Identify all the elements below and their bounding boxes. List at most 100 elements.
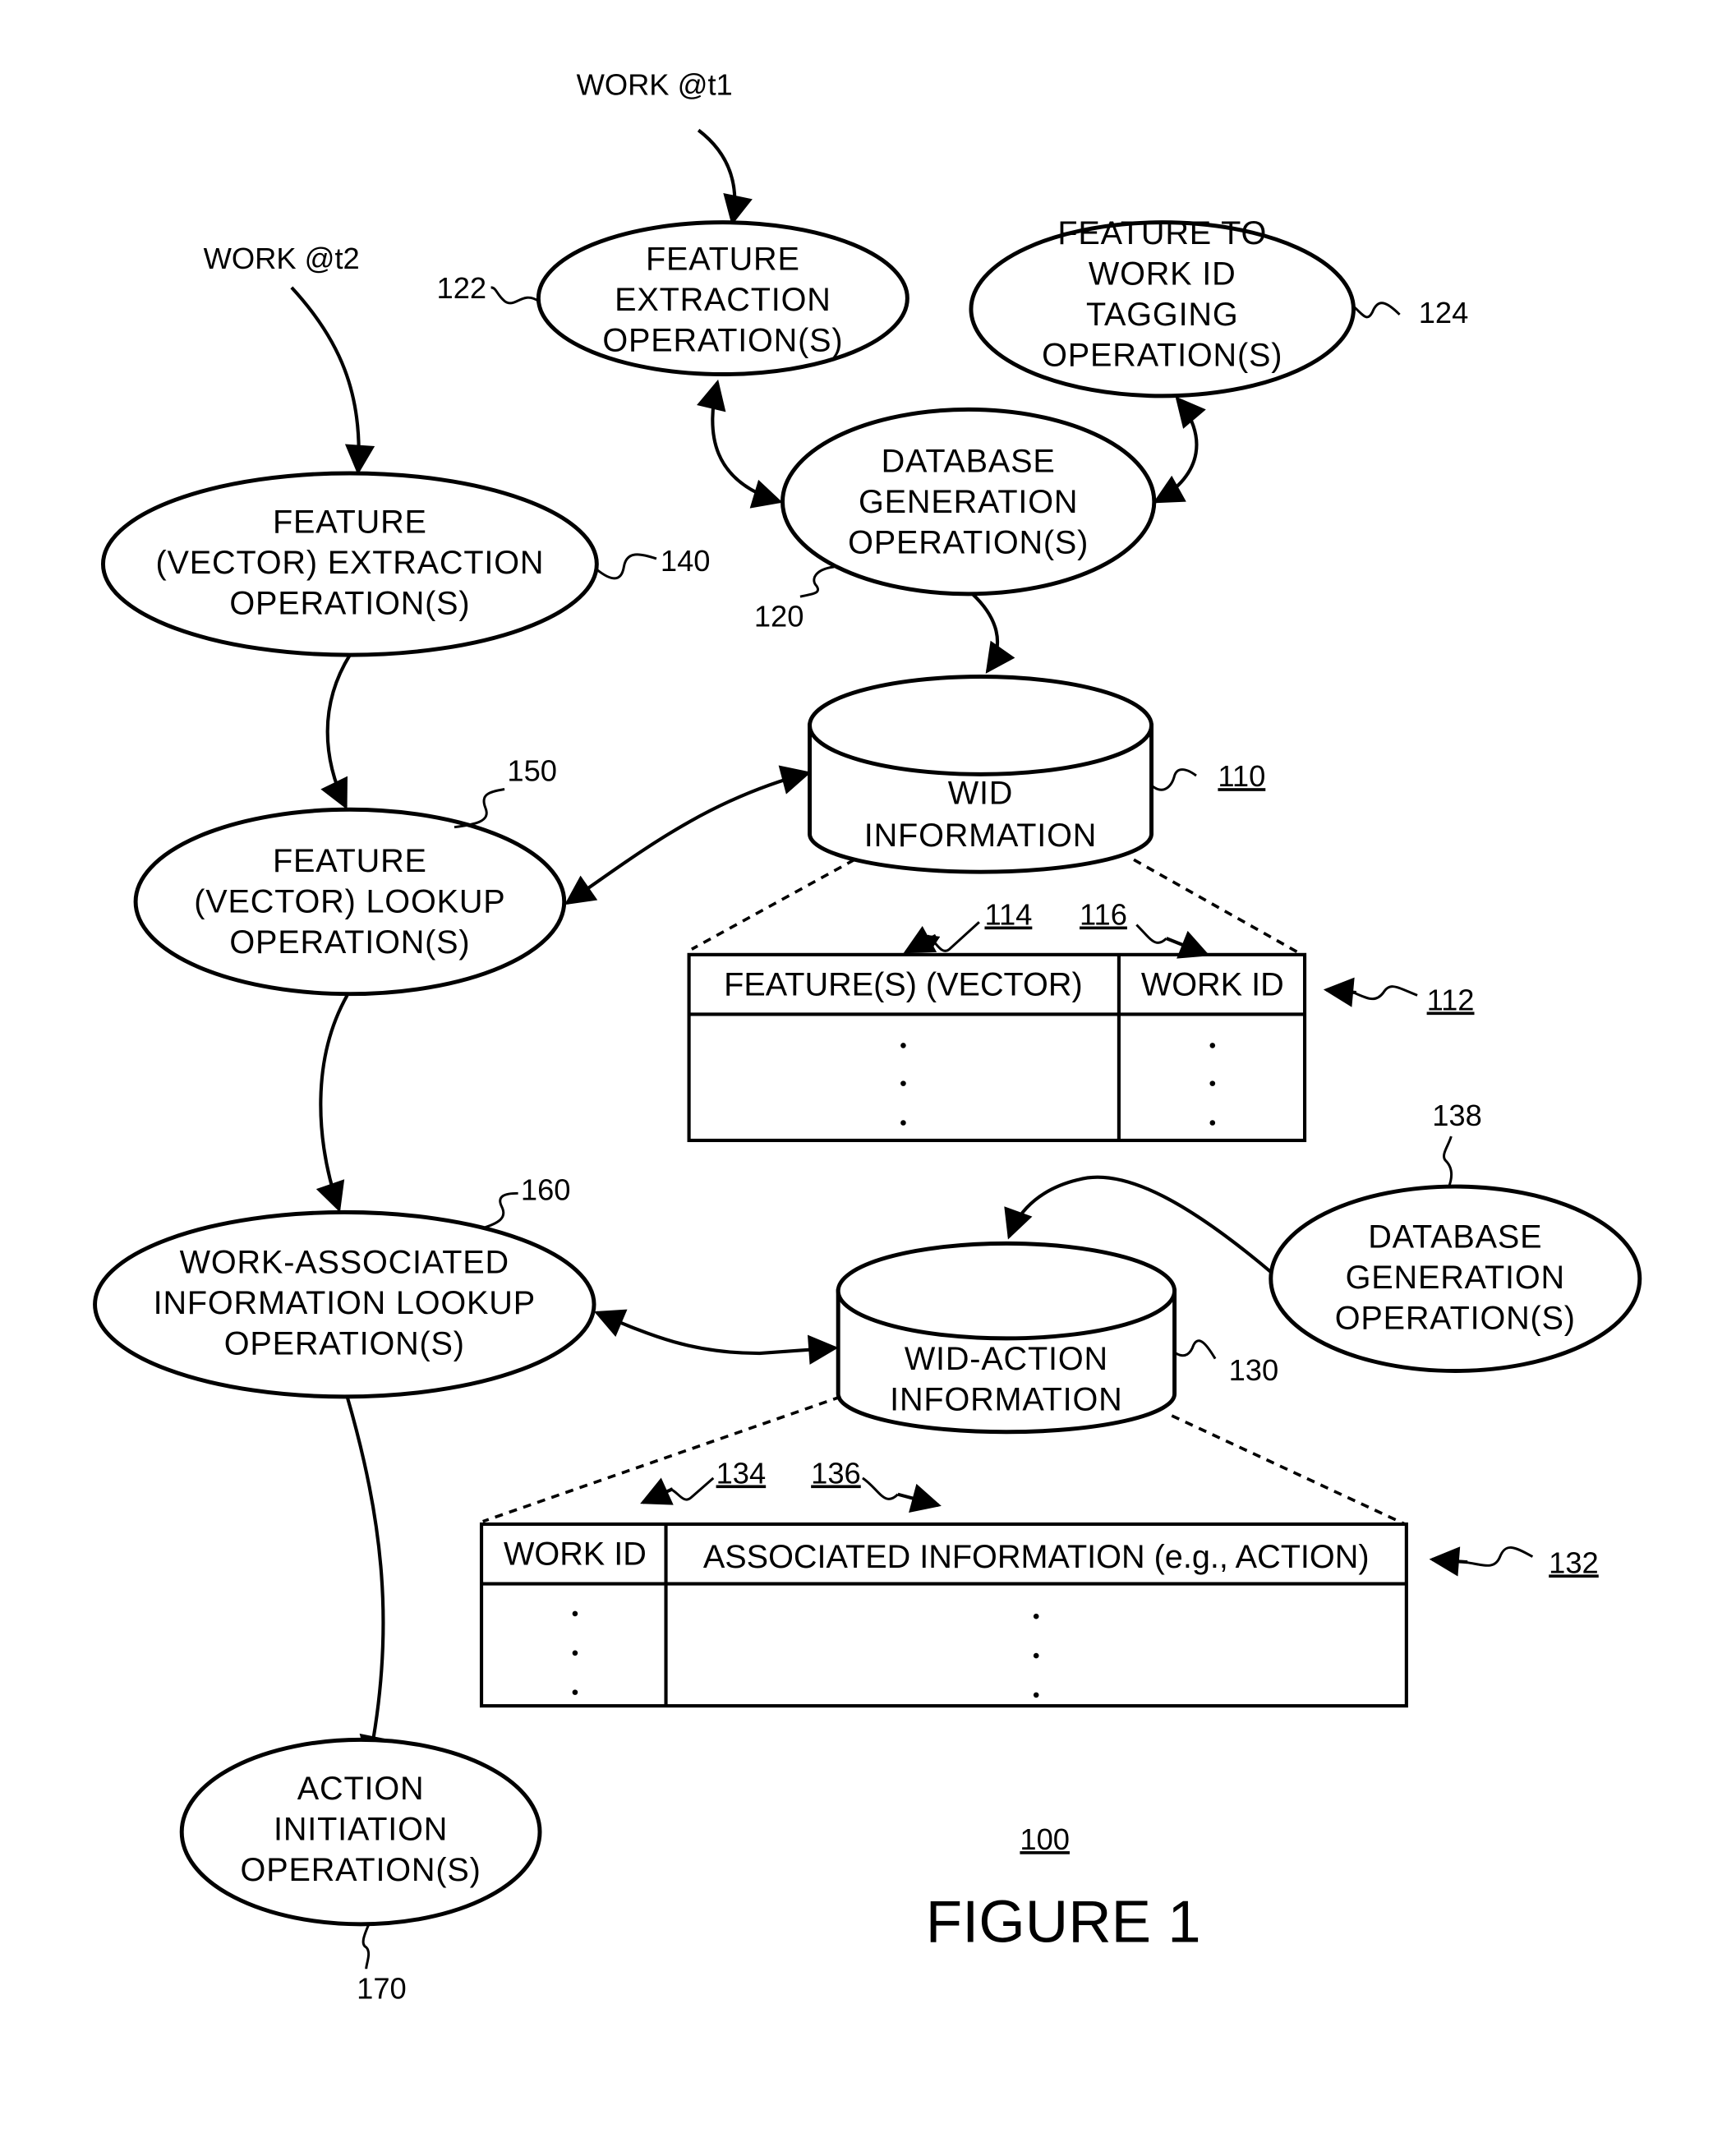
node-feature-to-work-id-tagging-124[interactable]: FEATURE TO WORK ID TAGGING OPERATION(S) (969, 215, 1356, 398)
node-work-associated-information-lookup-160[interactable]: WORK-ASSOCIATED INFORMATION LOOKUP OPERA… (93, 1209, 596, 1399)
expansion-line-left-132 (482, 1395, 842, 1523)
expansion-line-right-132 (1171, 1414, 1406, 1526)
arrow-work-t1-to-feature-extraction (697, 128, 753, 226)
node-120-line-1: DATABASE (882, 443, 1056, 479)
arrow-114 (903, 925, 937, 954)
expansion-line-left-112 (691, 858, 855, 951)
node-124-line-2: WORK ID (1089, 256, 1236, 293)
ref-130: 130 (1229, 1353, 1279, 1387)
leader-120 (799, 565, 835, 598)
arrow-132 (1429, 1546, 1468, 1577)
node-120-line-2: GENERATION (859, 484, 1078, 520)
ref-134: 134 (716, 1456, 767, 1490)
table-wid-information-112: FEATURE(S) (VECTOR) WORK ID (687, 952, 1307, 1143)
arrow-database-generation-to-wid-information (971, 592, 1015, 674)
node-database-generation-120[interactable]: DATABASE GENERATION OPERATION(S) (781, 407, 1157, 597)
arrow-136 (897, 1483, 942, 1513)
database-wid-action-information-130[interactable]: WID-ACTION INFORMATION (836, 1241, 1177, 1435)
node-124-line-4: OPERATION(S) (1042, 338, 1282, 374)
node-140-line-2: (VECTOR) EXTRACTION (156, 545, 545, 581)
arrow-vector-lookup-wid-information (564, 765, 812, 905)
leader-138 (1443, 1136, 1453, 1189)
node-170-line-3: OPERATION(S) (241, 1852, 481, 1888)
db-130-line-1: WID-ACTION (905, 1341, 1108, 1377)
arrow-work-associated-lookup-to-action-initiation (345, 1396, 389, 1767)
table-132-header-work-id: WORK ID (504, 1536, 647, 1573)
node-feature-extraction-122[interactable]: FEATURE EXTRACTION OPERATION(S) (536, 220, 909, 376)
node-124-line-3: TAGGING (1086, 297, 1239, 333)
node-database-generation-138[interactable]: DATABASE GENERATION OPERATION(S) (1269, 1184, 1642, 1373)
arrow-feature-extraction-database-generation (697, 379, 783, 509)
node-124-line-1: FEATURE TO (1057, 215, 1267, 251)
arrow-134 (640, 1477, 674, 1505)
node-150-line-3: OPERATION(S) (229, 924, 470, 961)
arrow-work-associated-lookup-wid-action (594, 1309, 839, 1365)
figure-title: FIGURE 1 (926, 1888, 1201, 1955)
table-132-ellipsis-dot (572, 1610, 578, 1617)
table-wid-action-information-132: WORK ID ASSOCIATED INFORMATION (e.g., AC… (479, 1522, 1408, 1708)
patent-figure-1-diagram: WORK @t1 WORK @t2 FEATURE EXTRACTION OPE… (93, 68, 1642, 2006)
table-132-ellipsis-dot (572, 1650, 578, 1656)
leader-116 (1135, 924, 1167, 944)
leader-110 (1152, 768, 1197, 791)
node-122-line-3: OPERATION(S) (602, 322, 843, 358)
arrow-tagging-database-generation (1153, 396, 1206, 504)
table-132-header-associated-information: ASSOCIATED INFORMATION (e.g., ACTION) (703, 1539, 1370, 1575)
node-122-line-1: FEATURE (646, 241, 800, 277)
table-112-ellipsis-dot (900, 1043, 906, 1048)
node-150-line-2: (VECTOR) LOOKUP (194, 884, 505, 920)
db-110-line-2: INFORMATION (864, 818, 1097, 854)
ref-110: 110 (1218, 759, 1265, 793)
table-112-ellipsis-dot (1209, 1043, 1216, 1048)
ref-116: 116 (1080, 898, 1127, 932)
node-160-line-2: INFORMATION LOOKUP (154, 1285, 536, 1321)
ref-140: 140 (661, 544, 711, 578)
node-170-line-1: ACTION (297, 1771, 425, 1807)
arrow-work-t2-to-vector-extraction (290, 286, 375, 475)
leader-132 (1464, 1546, 1534, 1567)
table-132-ellipsis-dot (572, 1689, 578, 1695)
leader-170 (361, 1923, 371, 1969)
ref-114: 114 (984, 898, 1032, 932)
node-feature-vector-lookup-150[interactable]: FEATURE (VECTOR) LOOKUP OPERATION(S) (133, 807, 567, 997)
ref-170: 170 (357, 1972, 407, 2006)
leader-140 (596, 553, 657, 580)
leader-124 (1352, 302, 1401, 319)
ref-160: 160 (521, 1173, 571, 1207)
ref-150: 150 (507, 754, 557, 788)
ref-112: 112 (1427, 984, 1475, 1017)
node-138-line-3: OPERATION(S) (1335, 1300, 1576, 1336)
input-work-t2-label: WORK @t2 (204, 242, 360, 275)
arrow-vector-lookup-to-work-associated-lookup (315, 994, 349, 1213)
node-140-line-3: OPERATION(S) (229, 586, 470, 622)
table-112-ellipsis-dot (1209, 1080, 1216, 1086)
node-138-line-2: GENERATION (1346, 1260, 1565, 1296)
ref-132: 132 (1549, 1546, 1599, 1579)
table-112-header-features: FEATURE(S) (VECTOR) (724, 966, 1083, 1002)
ref-120: 120 (754, 599, 804, 633)
leader-112 (1352, 985, 1418, 1001)
arrow-112 (1323, 977, 1356, 1007)
db-110-line-1: WID (948, 776, 1013, 812)
node-160-line-3: OPERATION(S) (224, 1326, 465, 1362)
ref-138: 138 (1432, 1099, 1482, 1132)
ref-136: 136 (811, 1456, 861, 1490)
arrow-vector-extraction-to-vector-lookup (320, 654, 352, 810)
figure-ref-100: 100 (1020, 1822, 1070, 1856)
leader-136 (862, 1477, 899, 1500)
leader-160 (481, 1191, 518, 1230)
leader-134 (669, 1477, 715, 1501)
leader-130 (1175, 1339, 1217, 1360)
table-132-ellipsis-dot (1033, 1613, 1039, 1619)
table-132-ellipsis-dot (1033, 1652, 1039, 1659)
ref-122: 122 (437, 271, 487, 305)
database-wid-information-110[interactable]: WID INFORMATION (808, 675, 1153, 874)
node-138-line-1: DATABASE (1368, 1219, 1542, 1255)
node-action-initiation-170[interactable]: ACTION INITIATION OPERATION(S) (179, 1737, 542, 1927)
leader-122 (490, 286, 540, 305)
table-112-header-work-id: WORK ID (1141, 966, 1284, 1002)
db-130-line-2: INFORMATION (890, 1381, 1122, 1417)
node-feature-vector-extraction-140[interactable]: FEATURE (VECTOR) EXTRACTION OPERATION(S) (100, 471, 599, 657)
node-160-line-1: WORK-ASSOCIATED (180, 1245, 509, 1281)
node-122-line-2: EXTRACTION (615, 282, 831, 318)
